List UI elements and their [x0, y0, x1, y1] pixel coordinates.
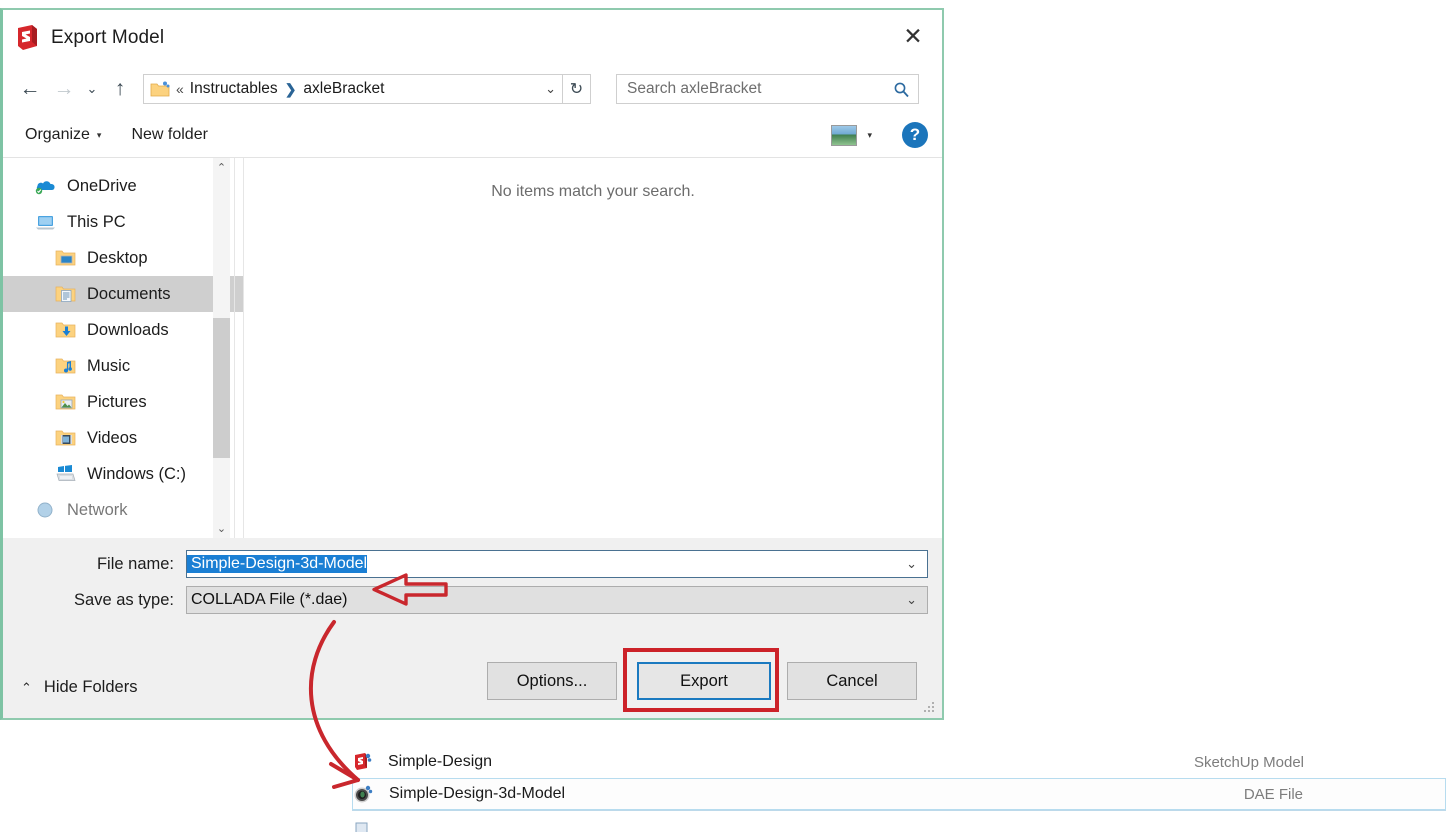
- close-icon[interactable]: ✕: [890, 14, 936, 58]
- sidebar-item-documents[interactable]: Documents: [3, 276, 243, 312]
- file-name-input[interactable]: Simple-Design-3d-Model: [187, 555, 368, 573]
- sidebar-item-label: Downloads: [87, 320, 169, 339]
- list-item[interactable]: Simple-Design SketchUp Model: [352, 746, 1446, 778]
- dialog-button-row: Options... Export Cancel: [3, 662, 942, 708]
- sidebar-item-videos[interactable]: Videos: [3, 420, 243, 456]
- options-button[interactable]: Options...: [487, 662, 617, 700]
- sidebar-item-music[interactable]: Music: [3, 348, 243, 384]
- screen: Simple-Design SketchUp Model Simple-Desi…: [0, 0, 1446, 832]
- pictures-folder-icon: [55, 394, 76, 410]
- sidebar-item-label: This PC: [67, 212, 126, 231]
- organize-label: Organize: [25, 126, 90, 143]
- chevron-down-icon[interactable]: ⌄: [906, 592, 917, 608]
- list-item-type: SketchUp Model: [1193, 753, 1304, 771]
- navigation-sidebar: OneDrive This PC Desktop Documents Downl…: [3, 158, 243, 538]
- file-icon: [355, 822, 368, 832]
- breadcrumb-item-1[interactable]: Instructables: [190, 80, 278, 98]
- preview-pane-icon[interactable]: [831, 124, 858, 146]
- save-as-type-value: COLLADA File (*.dae): [191, 591, 348, 608]
- music-folder-icon: [55, 358, 76, 374]
- documents-folder-icon: [55, 286, 76, 302]
- search-icon[interactable]: [893, 81, 910, 98]
- file-name-row: File name: Simple-Design-3d-Model ⌄: [3, 550, 942, 578]
- chevron-down-icon: ▾: [96, 129, 102, 140]
- recent-locations-icon[interactable]: ⌄: [81, 72, 103, 106]
- sidebar-divider: [234, 158, 235, 538]
- sidebar-item-label: OneDrive: [67, 176, 137, 195]
- file-name-combobox[interactable]: Simple-Design-3d-Model ⌄: [186, 550, 928, 578]
- sidebar-item-pictures[interactable]: Pictures: [3, 384, 243, 420]
- onedrive-icon: [35, 181, 55, 195]
- export-model-dialog: Export Model ✕ ← → ⌄ ↑ « Instructables ❯…: [0, 8, 944, 720]
- search-input[interactable]: Search axleBracket: [627, 80, 761, 98]
- sidebar-item-windows-c[interactable]: Windows (C:): [3, 456, 243, 492]
- navigation-bar: ← → ⌄ ↑ « Instructables ❯ axleBracket ⌄ …: [3, 65, 942, 113]
- list-item-type: DAE File: [1243, 785, 1303, 803]
- chevron-down-icon[interactable]: ▾: [867, 130, 872, 141]
- file-name-label: File name:: [96, 554, 174, 573]
- save-as-type-label: Save as type:: [74, 590, 174, 609]
- save-form: File name: Simple-Design-3d-Model ⌄ Save…: [3, 538, 942, 644]
- sidebar-item-label: Music: [87, 356, 131, 375]
- breadcrumb-overflow-icon[interactable]: «: [176, 81, 184, 97]
- drive-icon: [56, 465, 76, 481]
- sidebar-item-label: Documents: [87, 284, 171, 303]
- list-separator: [352, 810, 1446, 811]
- toolbar-right-group: ▾ ?: [831, 122, 928, 148]
- downloads-folder-icon: [55, 322, 76, 338]
- save-as-type-row: Save as type: COLLADA File (*.dae) ⌄: [3, 586, 942, 614]
- save-as-type-select[interactable]: COLLADA File (*.dae) ⌄: [186, 586, 928, 614]
- chevron-down-icon[interactable]: ⌄: [906, 556, 917, 572]
- sidebar-item-label: Windows (C:): [87, 464, 187, 483]
- up-icon[interactable]: ↑: [103, 72, 137, 106]
- breadcrumb-separator-icon[interactable]: ❯: [285, 81, 297, 98]
- organize-button[interactable]: Organize ▾: [25, 126, 101, 144]
- cancel-button[interactable]: Cancel: [787, 662, 917, 700]
- sidebar-item-this-pc[interactable]: This PC: [3, 204, 243, 240]
- desktop-folder-icon: [55, 250, 76, 266]
- dialog-body: OneDrive This PC Desktop Documents Downl…: [3, 158, 942, 538]
- list-item[interactable]: Simple-Design-3d-Model DAE File: [352, 778, 1446, 810]
- videos-folder-icon: [55, 430, 76, 446]
- network-icon: [37, 502, 53, 518]
- list-item-name: Simple-Design: [388, 753, 493, 770]
- dialog-title: Export Model: [51, 26, 165, 48]
- new-folder-button[interactable]: New folder: [131, 126, 207, 144]
- sidebar-item-onedrive[interactable]: OneDrive: [3, 168, 243, 204]
- sidebar-item-label: Videos: [87, 428, 138, 447]
- sketchup-icon: [18, 24, 37, 50]
- background-file-list: Simple-Design SketchUp Model Simple-Desi…: [330, 742, 1446, 832]
- command-toolbar: Organize ▾ New folder ▾ ?: [3, 113, 942, 158]
- sidebar-item-desktop[interactable]: Desktop: [3, 240, 243, 276]
- list-item-name: Simple-Design-3d-Model: [389, 785, 566, 802]
- forward-icon[interactable]: →: [47, 72, 81, 106]
- breadcrumb-item-2[interactable]: axleBracket: [303, 80, 384, 98]
- dialog-titlebar[interactable]: Export Model ✕: [3, 10, 942, 65]
- folder-icon: [150, 81, 170, 96]
- sidebar-item-label: Network: [67, 500, 128, 519]
- address-bar[interactable]: « Instructables ❯ axleBracket ⌄: [143, 74, 563, 104]
- scroll-up-icon[interactable]: ⌃: [213, 158, 230, 177]
- scroll-down-icon[interactable]: ⌄: [213, 519, 230, 538]
- sidebar-item-downloads[interactable]: Downloads: [3, 312, 243, 348]
- search-box[interactable]: Search axleBracket: [616, 74, 919, 104]
- help-icon[interactable]: ?: [902, 122, 928, 148]
- list-item-partial[interactable]: [352, 814, 1446, 832]
- sidebar-item-network[interactable]: Network: [3, 492, 243, 528]
- back-icon[interactable]: ←: [13, 72, 47, 106]
- resize-grip-icon[interactable]: [924, 702, 936, 714]
- empty-state-message: No items match your search.: [491, 183, 695, 200]
- file-list-pane[interactable]: No items match your search.: [243, 158, 942, 538]
- chevron-down-icon[interactable]: ⌄: [545, 81, 556, 97]
- refresh-icon[interactable]: ↻: [563, 74, 591, 104]
- sidebar-scrollbar-thumb[interactable]: [213, 318, 230, 458]
- new-folder-label: New folder: [131, 126, 208, 143]
- this-pc-icon: [36, 216, 55, 230]
- sidebar-item-label: Desktop: [87, 248, 148, 267]
- sidebar-item-label: Pictures: [87, 392, 147, 411]
- red-highlight-box: [623, 648, 779, 712]
